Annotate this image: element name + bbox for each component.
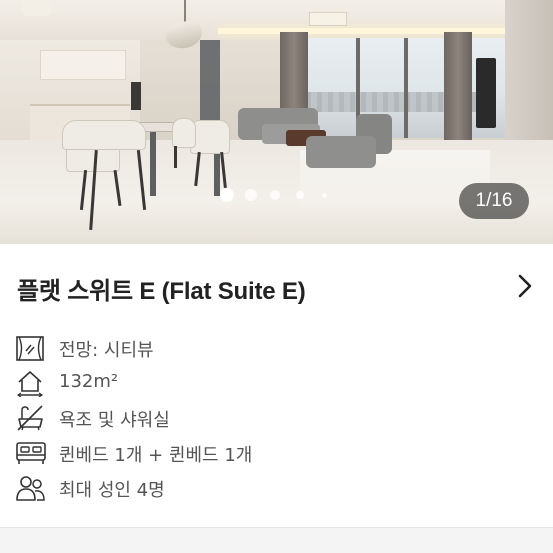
feature-area: 132m²	[14, 367, 534, 397]
feature-label: 전망: 시티뷰	[59, 340, 154, 361]
carousel-dot[interactable]	[296, 191, 304, 199]
feature-bed: 퀸베드 1개 + 퀸베드 1개	[14, 437, 534, 467]
chevron-right-icon[interactable]	[512, 272, 538, 300]
room-title: 플랫 스위트 E (Flat Suite E)	[17, 278, 306, 305]
feature-bath: 욕조 및 샤워실	[14, 402, 534, 432]
photo-counter: 1/16	[459, 183, 529, 219]
photo-cabinets	[40, 50, 126, 80]
people-icon	[16, 476, 45, 501]
bed-icon	[16, 442, 46, 464]
room-photo-carousel[interactable]: 1/16	[0, 0, 553, 244]
photo-window	[290, 38, 505, 138]
feature-label: 최대 성인 4명	[59, 480, 165, 501]
carousel-dot-active[interactable]	[220, 188, 234, 202]
photo-oven	[131, 82, 141, 110]
house-area-icon	[16, 371, 44, 397]
window-view-icon	[16, 336, 44, 361]
room-card[interactable]: 1/16 플랫 스위트 E (Flat Suite E) 전망: 시티뷰 132…	[0, 0, 553, 553]
photo-chair	[172, 118, 196, 148]
photo-tv	[476, 58, 496, 128]
photo-window-frame	[404, 38, 408, 138]
photo-chair	[190, 120, 230, 154]
feature-occupancy: 최대 성인 4명	[14, 472, 534, 502]
photo-chair	[62, 120, 146, 150]
photo-ceiling-lamp	[309, 12, 347, 26]
feature-label: 퀸베드 1개 + 퀸베드 1개	[59, 445, 253, 466]
feature-label: 욕조 및 샤워실	[59, 410, 170, 431]
feature-view: 전망: 시티뷰	[14, 332, 534, 362]
photo-chair-leg	[174, 146, 177, 168]
photo-ceiling-light	[218, 28, 518, 34]
carousel-dot[interactable]	[322, 193, 327, 198]
no-bath-icon	[17, 405, 43, 431]
photo-chaise	[306, 136, 376, 168]
feature-label: 132m²	[59, 371, 119, 392]
photo-lamp	[22, 0, 52, 16]
photo-curtain	[444, 32, 472, 150]
room-title-row[interactable]: 플랫 스위트 E (Flat Suite E)	[0, 244, 553, 330]
carousel-dot[interactable]	[245, 189, 257, 201]
photo-table-leg	[150, 132, 156, 196]
next-section-strip	[0, 528, 553, 553]
carousel-dot[interactable]	[270, 190, 280, 200]
